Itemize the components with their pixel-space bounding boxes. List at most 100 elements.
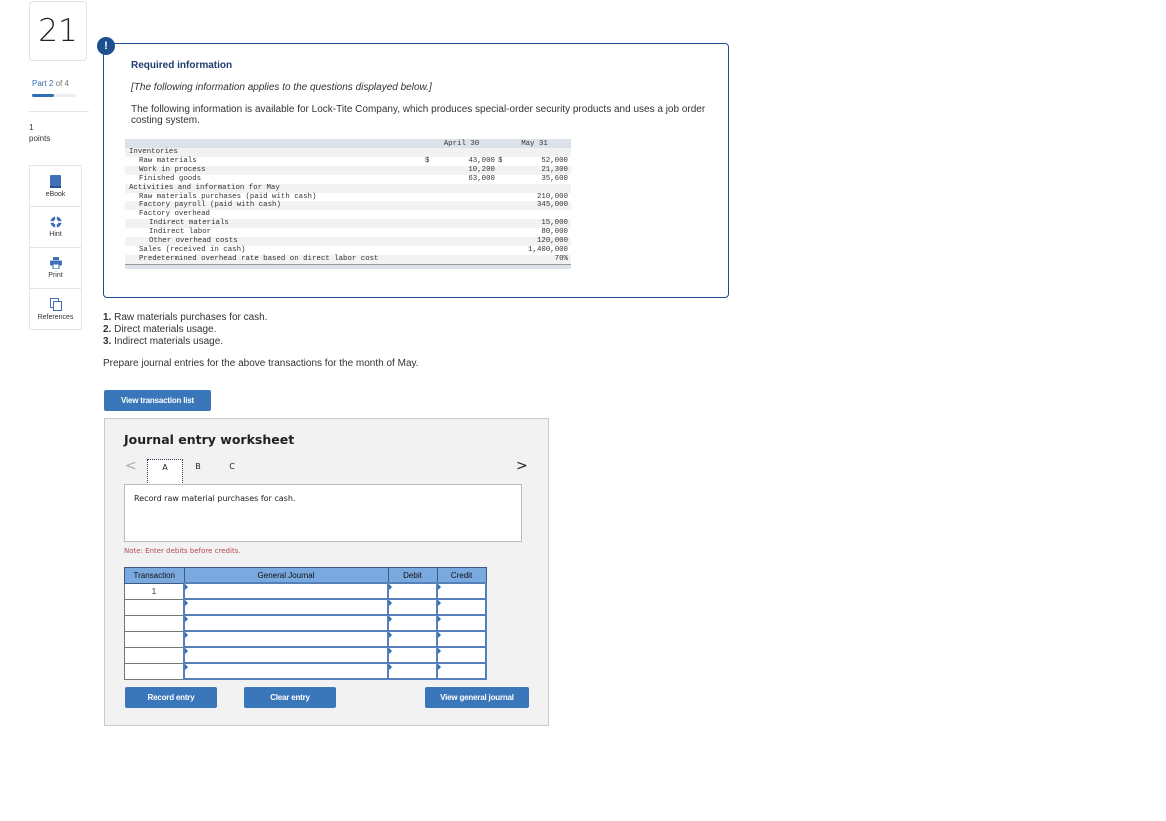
print-button[interactable]: Print <box>29 248 82 289</box>
account-select[interactable] <box>183 582 389 600</box>
row-label: Indirect materials <box>125 219 425 229</box>
references-label: References <box>37 313 74 321</box>
credit-input[interactable] <box>436 630 487 648</box>
entry-description-box: Record raw material purchases for cash. <box>124 484 522 542</box>
april-value <box>439 183 498 193</box>
journal-header-row: Transaction General Journal Debit Credit <box>124 567 487 584</box>
may-currency <box>498 201 512 211</box>
row-label: Sales (received in cash) <box>139 245 246 254</box>
row-label: Inventories <box>125 148 425 157</box>
tab-a[interactable]: A <box>147 459 183 485</box>
row-label: Other overhead costs <box>125 237 425 246</box>
april-currency <box>425 246 439 255</box>
april-currency <box>425 175 439 184</box>
journal-row <box>124 646 487 664</box>
account-select[interactable] <box>183 646 389 664</box>
data-table-row: Activities and information for May <box>125 183 571 193</box>
general-journal-column-header: General Journal <box>183 567 389 584</box>
question-item: 2. Direct materials usage. <box>103 324 217 335</box>
tab-b[interactable]: B <box>181 459 215 485</box>
row-label: Work in process <box>125 165 425 175</box>
credit-input[interactable] <box>436 646 487 664</box>
alert-icon: ! <box>97 37 115 55</box>
may-currency <box>498 237 512 246</box>
references-button[interactable]: References <box>29 289 82 330</box>
previous-tab-arrow-icon[interactable]: < <box>125 458 137 474</box>
hint-label: Hint <box>49 231 62 238</box>
april-currency <box>425 148 439 157</box>
april-column-header: April 30 <box>425 139 498 148</box>
row-label: Raw materials purchases (paid with cash) <box>139 192 317 201</box>
debit-input[interactable] <box>387 582 438 600</box>
data-table-row: Sales (received in cash) 1,400,000 <box>125 246 571 255</box>
data-table-row: Other overhead costs 120,000 <box>125 237 571 246</box>
printer-icon <box>49 257 62 269</box>
account-select[interactable] <box>183 598 389 616</box>
transaction-number <box>124 646 185 664</box>
data-table-header: April 30 May 31 <box>125 139 571 148</box>
tab-c[interactable]: C <box>215 459 249 485</box>
worksheet-title: Journal entry worksheet <box>124 432 295 447</box>
may-value: 15,000 <box>512 219 571 229</box>
print-label: Print <box>48 272 63 279</box>
may-value: 345,000 <box>512 201 571 211</box>
journal-row <box>124 662 487 680</box>
april-value: 43,000 <box>468 156 495 165</box>
account-select[interactable] <box>183 614 389 632</box>
hint-button[interactable]: Hint <box>29 207 82 248</box>
data-table-row: Indirect materials 15,000 <box>125 219 571 229</box>
may-value: 80,000 <box>541 228 568 237</box>
required-info-title: Required information <box>131 60 233 71</box>
may-value <box>512 148 571 157</box>
journal-row <box>124 630 487 648</box>
entry-description: Record raw material purchases for cash. <box>134 494 296 503</box>
clear-entry-button[interactable]: Clear entry <box>244 687 336 708</box>
transaction-number <box>124 598 185 616</box>
account-select[interactable] <box>183 630 389 648</box>
april-currency <box>425 228 439 237</box>
data-table-row: Work in process 10,200 21,300 <box>125 165 571 175</box>
question-item: 3. Indirect materials usage. <box>103 336 224 347</box>
view-transaction-list-button[interactable]: View transaction list <box>104 390 211 411</box>
journal-entry-worksheet: Journal entry worksheet < A B C > Record… <box>104 418 549 726</box>
row-label: Finished goods <box>139 174 202 183</box>
may-value: 52,000 <box>541 156 568 165</box>
debit-input[interactable] <box>387 630 438 648</box>
debit-column-header: Debit <box>387 567 438 584</box>
view-general-journal-button[interactable]: View general journal <box>425 687 529 708</box>
april-value <box>439 148 498 157</box>
may-currency: $ <box>498 156 503 165</box>
credit-input[interactable] <box>436 582 487 600</box>
journal-row <box>124 598 487 616</box>
debit-input[interactable] <box>387 662 438 680</box>
april-value <box>439 201 498 211</box>
next-tab-arrow-icon[interactable]: > <box>516 458 528 474</box>
april-currency <box>425 183 439 193</box>
debit-input[interactable] <box>387 646 438 664</box>
part-indicator: Part 2 of 4 <box>32 79 69 88</box>
may-value: 21,300 <box>512 165 571 175</box>
credit-input[interactable] <box>436 598 487 616</box>
part-progress-bar <box>32 94 76 97</box>
credit-input[interactable] <box>436 614 487 632</box>
row-label: Indirect labor <box>149 228 212 237</box>
data-table-row: Raw materials $43,000 $52,000 <box>125 157 571 166</box>
tools-panel: eBook Hint Print References <box>29 165 82 330</box>
transaction-column-header: Transaction <box>124 567 185 584</box>
credit-column-header: Credit <box>436 567 487 584</box>
question-number: 21 <box>29 1 87 61</box>
april-value <box>439 228 498 237</box>
record-entry-button[interactable]: Record entry <box>125 687 217 708</box>
debit-input[interactable] <box>387 614 438 632</box>
row-label: Factory overhead <box>139 210 210 219</box>
debit-input[interactable] <box>387 598 438 616</box>
april-value <box>439 246 498 255</box>
part-of: of 4 <box>55 79 69 88</box>
may-currency <box>498 246 512 255</box>
account-select[interactable] <box>183 662 389 680</box>
data-table-row: Factory overhead <box>125 210 571 219</box>
ebook-button[interactable]: eBook <box>29 165 82 207</box>
credit-input[interactable] <box>436 662 487 680</box>
may-currency <box>498 175 512 184</box>
may-value: 210,000 <box>536 192 568 201</box>
